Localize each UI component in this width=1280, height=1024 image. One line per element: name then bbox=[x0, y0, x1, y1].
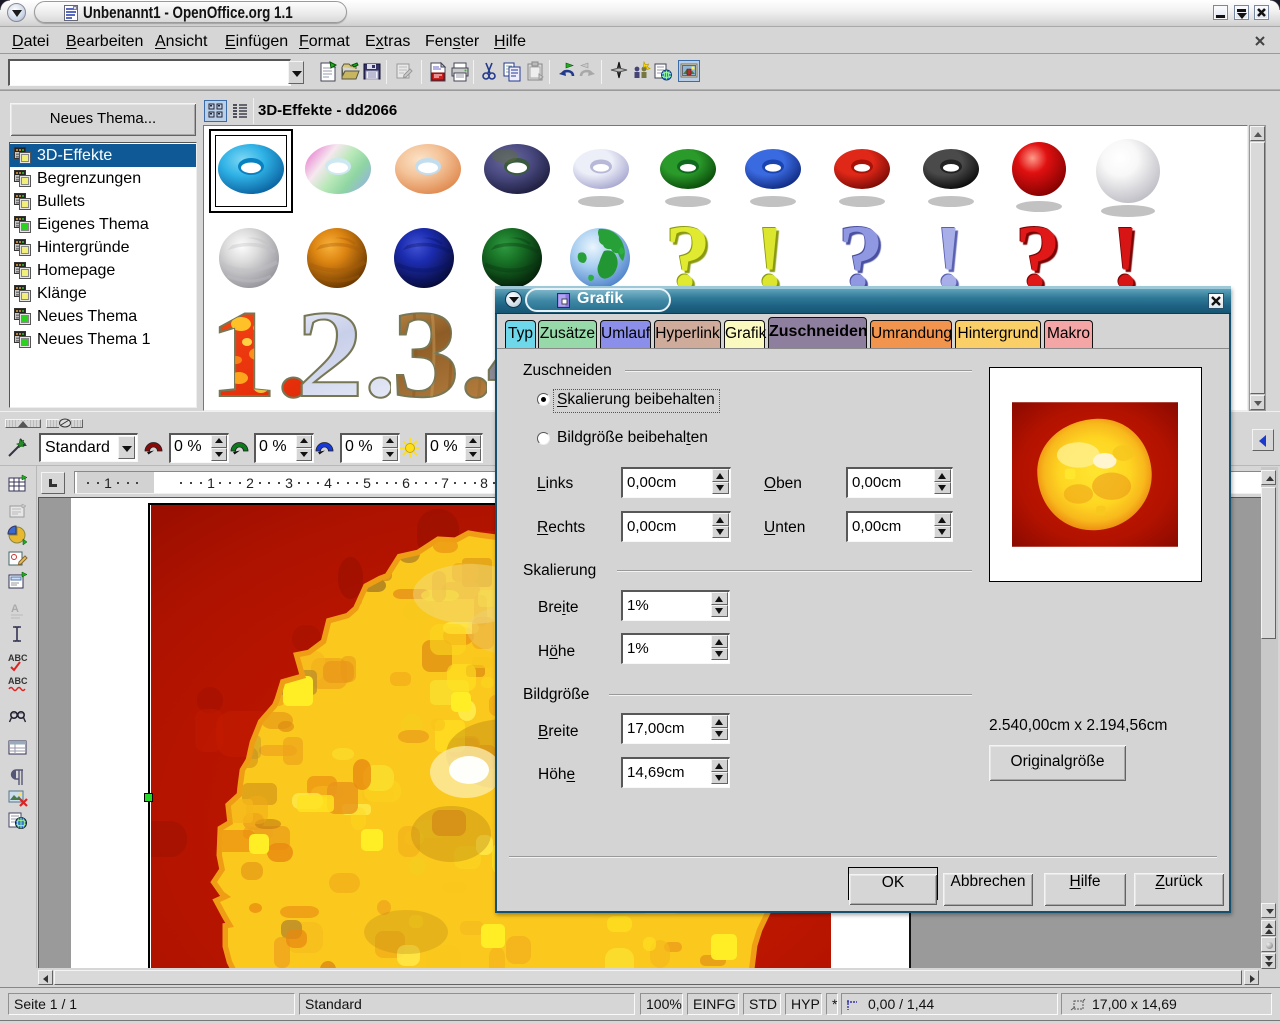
svg-text:ABC: ABC bbox=[8, 653, 28, 663]
svg-text:ABC: ABC bbox=[8, 676, 28, 686]
svg-text:2.: 2. bbox=[296, 296, 391, 411]
svg-text:A: A bbox=[11, 603, 19, 615]
svg-text:3.: 3. bbox=[392, 296, 487, 411]
